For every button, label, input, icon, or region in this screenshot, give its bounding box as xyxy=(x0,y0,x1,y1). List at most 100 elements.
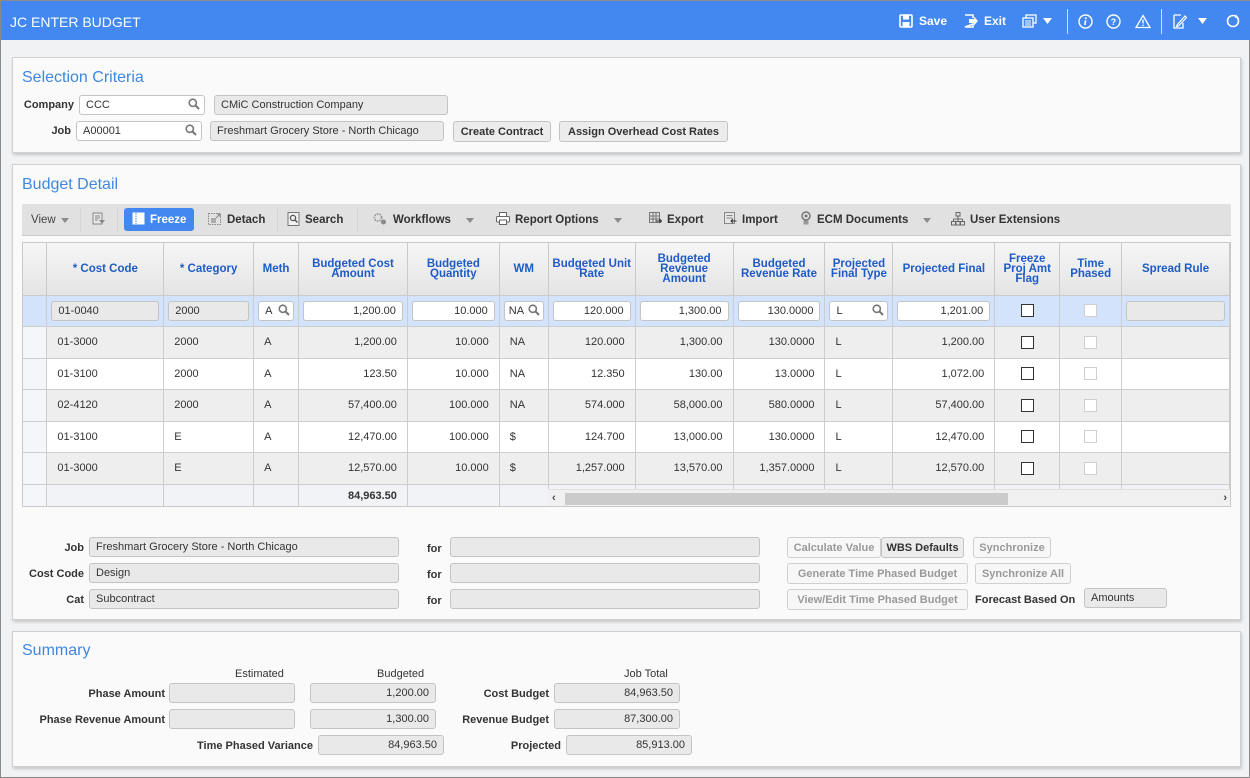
wm-cell[interactable]: $ xyxy=(499,452,549,485)
wm-cell[interactable]: $ xyxy=(499,421,549,453)
search-icon[interactable] xyxy=(185,124,197,139)
revenue-amount-cell[interactable]: 130.00 xyxy=(635,358,734,390)
meth-input[interactable]: A xyxy=(258,300,295,321)
column-header-projected-final-type[interactable]: Projected Final Type xyxy=(824,243,894,296)
column-header-projected-final[interactable]: Projected Final xyxy=(892,243,996,296)
cost-code-cell[interactable]: 01-3100 xyxy=(46,358,165,390)
wm-cell[interactable]: NA xyxy=(499,389,549,422)
quantity-cell[interactable]: 10.000 xyxy=(407,358,500,390)
help-button[interactable]: ? xyxy=(1106,11,1121,31)
meth-cell[interactable]: A xyxy=(253,389,300,422)
row-selector[interactable] xyxy=(23,452,48,485)
notes-menu-button[interactable] xyxy=(1173,11,1207,31)
search-icon[interactable] xyxy=(528,304,540,319)
revenue-amount-input[interactable]: 1,300.00 xyxy=(639,300,729,321)
copy-menu-button[interactable] xyxy=(1022,11,1052,31)
user-extensions-button[interactable]: User Extensions xyxy=(951,209,1060,231)
proj-final-type-cell[interactable]: L xyxy=(824,421,894,453)
revenue-amount-cell[interactable]: 1,300.00 xyxy=(635,326,734,359)
row-selector[interactable] xyxy=(23,421,48,453)
unit-rate-cell[interactable]: 124.700 xyxy=(547,421,636,453)
query-filter-button[interactable] xyxy=(92,209,106,231)
column-header-cost-code[interactable]: * Cost Code xyxy=(46,243,165,296)
unit-rate-cell[interactable]: 1,257.000 xyxy=(547,452,636,485)
assign-overhead-cost-rates-button[interactable]: Assign Overhead Cost Rates xyxy=(559,121,728,142)
wm-cell[interactable]: NA xyxy=(499,358,549,390)
freeze-flag-checkbox[interactable] xyxy=(1020,335,1034,349)
revenue-rate-cell[interactable]: 13.0000 xyxy=(733,358,826,390)
meth-cell[interactable]: A xyxy=(253,326,300,359)
synchronize-button[interactable]: Synchronize xyxy=(973,537,1051,558)
column-header-meth[interactable]: Meth xyxy=(253,243,300,296)
calculate-value-button[interactable]: Calculate Value xyxy=(787,537,881,558)
row-selector[interactable] xyxy=(23,358,48,390)
row-selector[interactable] xyxy=(23,326,48,359)
wm-input[interactable]: NA xyxy=(503,300,544,321)
search-icon[interactable] xyxy=(278,304,290,319)
revenue-rate-input[interactable]: 130.0000 xyxy=(737,300,821,321)
column-header-spread-rule[interactable]: Spread Rule xyxy=(1121,243,1230,296)
proj-final-cell[interactable]: 1,072.00 xyxy=(892,358,996,390)
quantity-cell[interactable]: 100.000 xyxy=(407,389,500,422)
column-header-budgeted-revenue-rate[interactable]: Budgeted Revenue Rate xyxy=(733,243,826,296)
exit-button[interactable]: Exit xyxy=(964,11,1006,31)
ecm-documents-menu[interactable]: ECM Documents xyxy=(800,209,932,231)
cost-code-cell[interactable]: 01-3000 xyxy=(46,452,165,485)
spread-rule-cell[interactable] xyxy=(1121,452,1230,485)
unit-rate-cell[interactable]: 574.000 xyxy=(547,389,636,422)
scroll-right-icon[interactable]: › xyxy=(1223,492,1227,504)
revenue-rate-cell[interactable]: 130.0000 xyxy=(733,421,826,453)
quantity-input[interactable]: 10.000 xyxy=(411,300,495,321)
horizontal-scrollbar[interactable]: ‹ › xyxy=(548,489,1230,506)
search-button[interactable]: Search xyxy=(287,209,343,231)
meth-cell[interactable]: A xyxy=(253,421,300,453)
freeze-flag-checkbox[interactable] xyxy=(1020,304,1034,318)
view-edit-time-phased-budget-button[interactable]: View/Edit Time Phased Budget xyxy=(787,589,968,610)
unit-rate-input[interactable]: 120.000 xyxy=(552,300,631,321)
wbs-defaults-button[interactable]: WBS Defaults xyxy=(881,537,964,558)
freeze-flag-checkbox[interactable] xyxy=(1020,430,1034,444)
column-header-wm[interactable]: WM xyxy=(499,243,549,296)
cost-amount-cell[interactable]: 1,200.00 xyxy=(298,326,408,359)
row-selector[interactable] xyxy=(23,389,48,422)
column-header-time-phased[interactable]: Time Phased xyxy=(1059,243,1123,296)
category-cell[interactable]: 2000 xyxy=(163,389,255,422)
table-row[interactable]: 01-3000 E A 12,570.00 10.000 $1,257.000 13,570… xyxy=(23,452,1230,485)
meth-cell[interactable]: A xyxy=(253,452,300,485)
quantity-cell[interactable]: 10.000 xyxy=(407,452,500,485)
meth-cell[interactable]: A xyxy=(253,358,300,390)
table-row[interactable]: 02-4120 2000 A 57,400.00 100.000 NA 574.000 58,… xyxy=(23,389,1230,422)
revenue-amount-cell[interactable]: 13,000.00 xyxy=(635,421,734,453)
scroll-left-icon[interactable]: ‹ xyxy=(552,492,556,504)
category-cell[interactable]: 2000 xyxy=(163,326,255,359)
revenue-amount-cell[interactable]: 13,570.00 xyxy=(635,452,734,485)
cost-amount-cell[interactable]: 12,470.00 xyxy=(298,421,408,453)
save-button[interactable]: Save xyxy=(899,11,947,31)
revenue-rate-cell[interactable]: 1,357.0000 xyxy=(733,452,826,485)
proj-final-type-cell[interactable]: L xyxy=(824,358,894,390)
column-header-budgeted-quantity[interactable]: Budgeted Quantity xyxy=(407,243,500,296)
cost-code-cell[interactable]: 02-4120 xyxy=(46,389,165,422)
row-selector[interactable] xyxy=(23,295,48,327)
category-cell[interactable]: 2000 xyxy=(163,358,255,390)
cost-amount-cell[interactable]: 123.50 xyxy=(298,358,408,390)
proj-final-cell[interactable]: 12,470.00 xyxy=(892,421,996,453)
unit-rate-cell[interactable]: 12.350 xyxy=(547,358,636,390)
proj-final-type-input[interactable]: L xyxy=(829,300,889,321)
refresh-button[interactable] xyxy=(1226,11,1240,31)
scrollbar-thumb[interactable] xyxy=(565,493,1008,505)
wm-cell[interactable]: NA xyxy=(499,326,549,359)
quantity-cell[interactable]: 10.000 xyxy=(407,326,500,359)
proj-final-cell[interactable]: 57,400.00 xyxy=(892,389,996,422)
table-row[interactable]: 01-3000 2000 A 1,200.00 10.000 NA 120.000 1,300… xyxy=(23,326,1230,359)
synchronize-all-button[interactable]: Synchronize All xyxy=(975,563,1071,584)
import-button[interactable]: Import xyxy=(724,209,778,231)
table-row[interactable]: 01-3100 2000 A 123.50 10.000 NA 12.350 130.00 13… xyxy=(23,358,1230,390)
spread-rule-cell[interactable] xyxy=(1121,389,1230,422)
revenue-rate-cell[interactable]: 130.0000 xyxy=(733,326,826,359)
cost-code-cell[interactable]: 01-3100 xyxy=(46,421,165,453)
table-row-editing[interactable]: 01-0040 2000 A 1,200.00 10.000 NA 120.00… xyxy=(23,295,1230,327)
quantity-cell[interactable]: 100.000 xyxy=(407,421,500,453)
spread-rule-cell[interactable] xyxy=(1121,421,1230,453)
proj-final-cell[interactable]: 1,200.00 xyxy=(892,326,996,359)
